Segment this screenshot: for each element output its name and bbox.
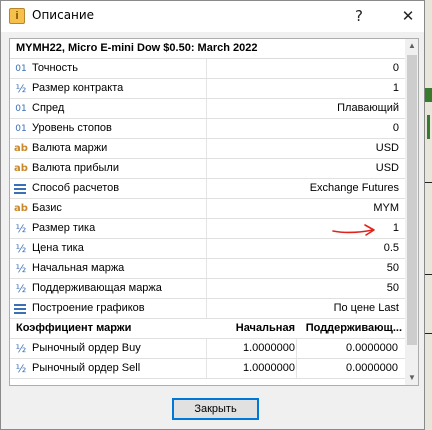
fraction-type-icon: ½ <box>15 342 27 355</box>
integer-type-icon: 01 <box>15 64 27 74</box>
property-label: Построение графиков <box>32 302 145 314</box>
property-label: Точность <box>32 62 78 74</box>
property-value: 0 <box>392 62 399 74</box>
property-label: Размер контракта <box>32 82 124 94</box>
properties-list: MYMH22, Micro E-mini Dow $0.50: March 20… <box>9 38 419 386</box>
text-type-icon: ab <box>14 163 28 174</box>
close-window-button[interactable]: ✕ <box>394 3 422 29</box>
property-value: 50 <box>386 282 399 294</box>
symbol-description-dialog: i Описание ? ✕ MYMH22, Micro E-mini Dow … <box>0 0 425 430</box>
symbol-header: MYMH22, Micro E-mini Dow $0.50: March 20… <box>10 39 405 59</box>
property-label: Размер тика <box>32 222 96 234</box>
property-row[interactable]: 01 Точность 0 <box>10 59 405 79</box>
integer-type-icon: 01 <box>15 104 27 114</box>
margin-col-maintenance: Поддерживающ... <box>305 322 402 334</box>
property-label: Спред <box>32 102 65 114</box>
fraction-type-icon: ½ <box>15 82 27 95</box>
margin-initial-value: 1.0000000 <box>243 342 295 354</box>
margin-row[interactable]: ½ Рыночный ордер Sell 1.0000000 0.0000000 <box>10 359 405 379</box>
property-row[interactable]: ½ Размер контракта 1 <box>10 79 405 99</box>
background-chart-strip <box>425 0 432 430</box>
property-label: Цена тика <box>32 242 84 254</box>
text-type-icon: ab <box>14 143 28 154</box>
property-value: По цене Last <box>333 302 399 314</box>
property-row[interactable]: Построение графиков По цене Last <box>10 299 405 319</box>
property-row[interactable]: ½ Поддерживающая маржа 50 <box>10 279 405 299</box>
property-label: Поддерживающая маржа <box>32 282 162 294</box>
property-value: 1 <box>392 82 399 94</box>
margin-header-label: Коэффициент маржи <box>16 322 132 334</box>
property-value: 1 <box>392 222 399 234</box>
property-value: 0 <box>392 122 399 134</box>
window-title: Описание <box>32 8 95 22</box>
scroll-up-icon[interactable]: ▲ <box>405 39 418 53</box>
property-value: Плавающий <box>337 102 399 114</box>
margin-row[interactable]: ½ Рыночный ордер Buy 1.0000000 0.0000000 <box>10 339 405 359</box>
scroll-thumb[interactable] <box>407 55 417 345</box>
red-annotation-arrow-icon <box>332 224 375 236</box>
fraction-type-icon: ½ <box>15 242 27 255</box>
help-button[interactable]: ? <box>345 3 373 29</box>
margin-maintenance-value: 0.0000000 <box>346 342 398 354</box>
margin-initial-value: 1.0000000 <box>243 362 295 374</box>
property-value: 50 <box>386 262 399 274</box>
close-button[interactable]: Закрыть <box>172 398 259 420</box>
property-row[interactable]: Способ расчетов Exchange Futures <box>10 179 405 199</box>
property-value: USD <box>375 142 399 154</box>
property-row[interactable]: ab Базис MYM <box>10 199 405 219</box>
margin-table-header: Коэффициент маржи Начальная Поддерживающ… <box>10 319 405 339</box>
integer-type-icon: 01 <box>15 124 27 134</box>
property-value: USD <box>375 162 399 174</box>
fraction-type-icon: ½ <box>15 282 27 295</box>
vertical-scrollbar[interactable]: ▲ ▼ <box>405 39 418 385</box>
property-row[interactable]: ab Валюта маржи USD <box>10 139 405 159</box>
property-label: Уровень стопов <box>32 122 112 134</box>
property-value: Exchange Futures <box>309 182 399 194</box>
property-label: Валюта прибыли <box>32 162 119 174</box>
list-lines-icon <box>14 184 26 194</box>
fraction-type-icon: ½ <box>15 362 27 375</box>
margin-row-label: Рыночный ордер Buy <box>32 342 141 354</box>
fraction-type-icon: ½ <box>15 222 27 235</box>
property-label: Базис <box>32 202 62 214</box>
property-row[interactable]: ½ Цена тика 0.5 <box>10 239 405 259</box>
property-row[interactable]: 01 Уровень стопов 0 <box>10 119 405 139</box>
list-lines-icon <box>14 304 26 314</box>
property-row[interactable]: ab Валюта прибыли USD <box>10 159 405 179</box>
property-label: Валюта маржи <box>32 142 108 154</box>
margin-row-label: Рыночный ордер Sell <box>32 362 141 374</box>
property-row[interactable]: ½ Начальная маржа 50 <box>10 259 405 279</box>
property-label: Начальная маржа <box>32 262 125 274</box>
scroll-down-icon[interactable]: ▼ <box>405 371 418 385</box>
property-value: 0.5 <box>383 242 399 254</box>
title-bar[interactable]: i Описание ? ✕ <box>1 1 424 32</box>
margin-maintenance-value: 0.0000000 <box>346 362 398 374</box>
text-type-icon: ab <box>14 203 28 214</box>
fraction-type-icon: ½ <box>15 262 27 275</box>
property-value: MYM <box>373 202 399 214</box>
margin-col-initial: Начальная <box>235 322 295 334</box>
info-book-icon: i <box>9 8 25 24</box>
property-label: Способ расчетов <box>32 182 120 194</box>
property-row[interactable]: 01 Спред Плавающий <box>10 99 405 119</box>
